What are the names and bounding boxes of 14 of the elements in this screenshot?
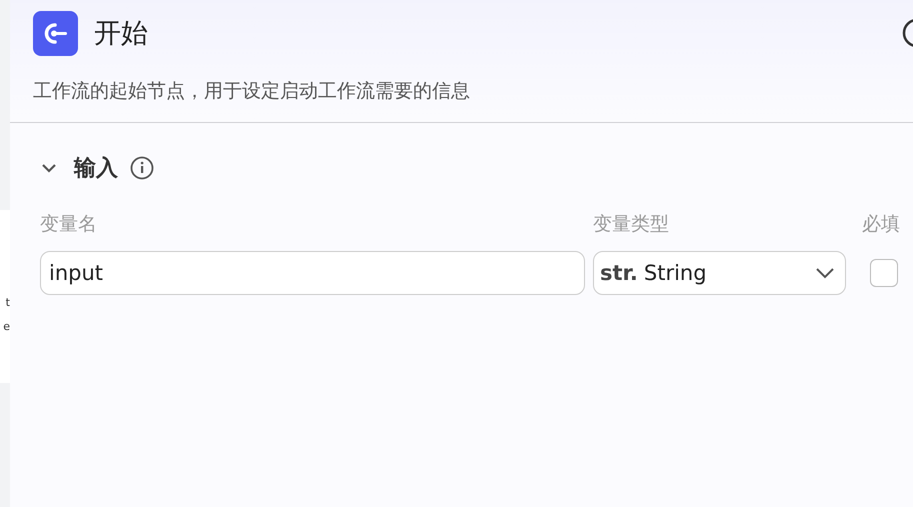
info-icon[interactable] bbox=[130, 156, 154, 180]
side-text: e bbox=[3, 320, 10, 334]
required-checkbox[interactable] bbox=[870, 259, 898, 287]
node-description: 工作流的起始节点，用于设定启动工作流需要的信息 bbox=[33, 79, 471, 104]
column-header: 必填 bbox=[862, 212, 900, 237]
node-title: 开始 bbox=[94, 17, 149, 51]
type-select[interactable]: str. String bbox=[593, 251, 846, 295]
variable-name-field[interactable]: input bbox=[40, 251, 585, 295]
start-icon bbox=[33, 10, 78, 56]
section-title: 输入 bbox=[74, 155, 118, 183]
side-text: t bbox=[6, 296, 10, 310]
column-header: 变量类型 bbox=[593, 212, 669, 237]
column-header: 变量名 bbox=[40, 212, 97, 237]
chevron-icon bbox=[815, 267, 835, 279]
